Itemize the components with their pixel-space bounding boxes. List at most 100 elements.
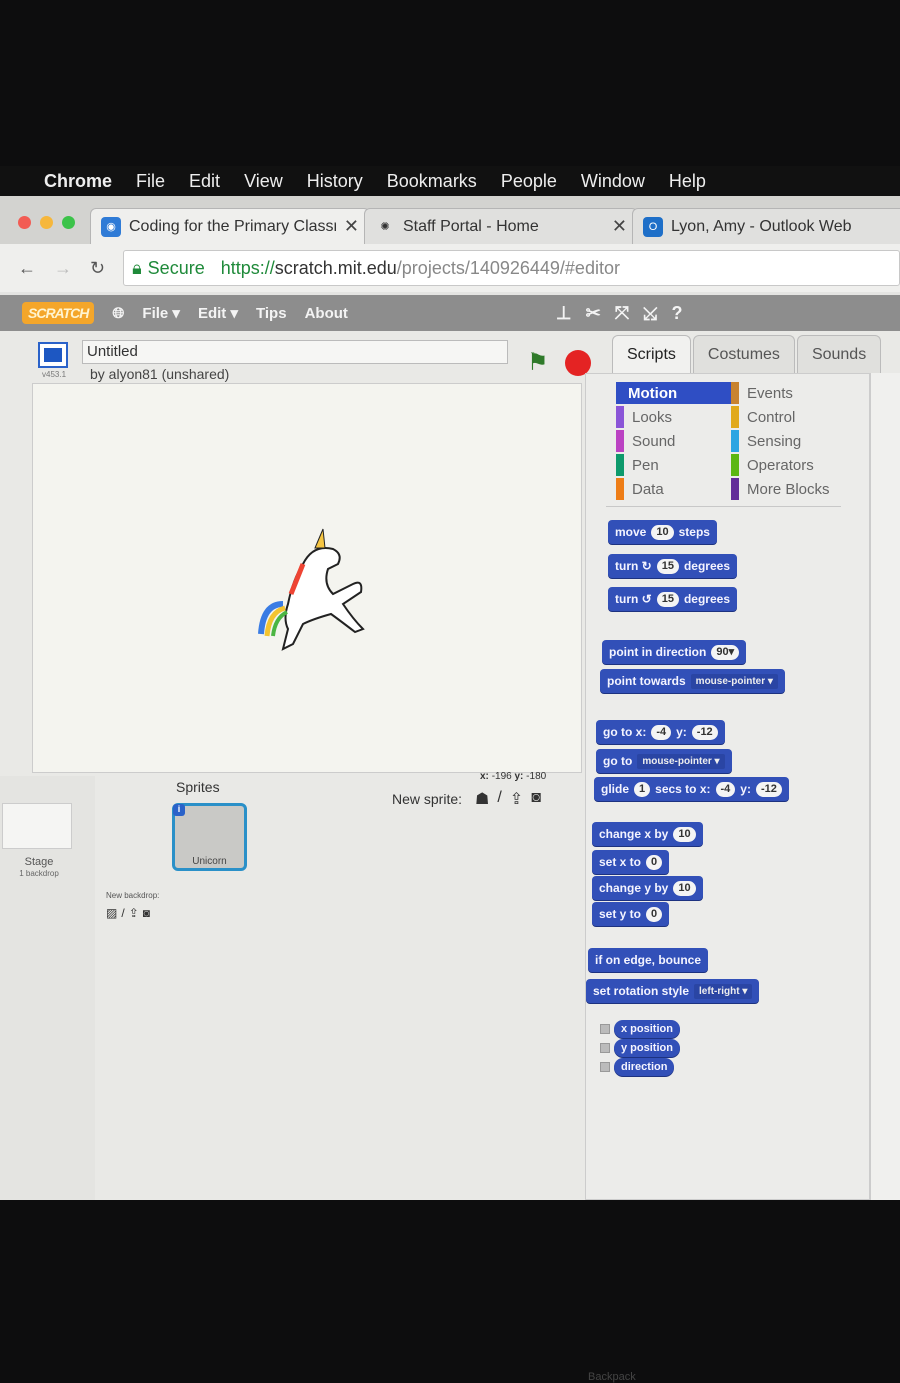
reporter-checkbox[interactable]	[600, 1043, 610, 1053]
info-icon[interactable]: i	[173, 804, 185, 816]
category-events[interactable]: Events	[731, 382, 846, 404]
paint-icon[interactable]: /	[121, 906, 124, 920]
stage-thumbnail[interactable]	[2, 803, 72, 849]
category-looks[interactable]: Looks	[616, 406, 731, 428]
block-number-input[interactable]: 10	[673, 826, 696, 842]
scratch-menu-file[interactable]: File ▾	[142, 304, 180, 322]
green-flag-icon[interactable]: ⚑	[527, 348, 549, 377]
block-number-input[interactable]: -12	[755, 781, 782, 797]
menu-help[interactable]: Help	[669, 171, 706, 192]
menu-file[interactable]: File	[136, 171, 165, 192]
close-window-button[interactable]	[18, 216, 31, 229]
help-icon[interactable]: ?	[672, 303, 683, 324]
forward-icon[interactable]: →	[54, 258, 72, 279]
category-more-blocks[interactable]: More Blocks	[731, 478, 846, 500]
block-turn-degrees[interactable]: turn ↺ 15 degrees	[608, 587, 737, 611]
cut-icon[interactable]: ✂︎	[586, 303, 601, 324]
tab-scripts[interactable]: Scripts	[612, 335, 691, 373]
block-dropdown[interactable]: left-right ▾	[694, 983, 753, 999]
menu-history[interactable]: History	[307, 171, 363, 192]
menu-window[interactable]: Window	[581, 171, 645, 192]
close-tab-icon[interactable]: ✕	[344, 216, 359, 237]
block-change-y-by[interactable]: change y by 10	[592, 876, 703, 900]
scratch-menu-edit[interactable]: Edit ▾	[198, 304, 238, 322]
upload-icon[interactable]: ⇪	[129, 906, 139, 920]
block-number-input[interactable]: 15	[656, 591, 679, 607]
block-text: steps	[678, 525, 710, 539]
block-dropdown[interactable]: mouse-pointer ▾	[690, 673, 778, 689]
block-number-input[interactable]: -12	[691, 724, 718, 740]
block-x-position[interactable]: x position	[614, 1020, 680, 1038]
menu-app[interactable]: Chrome	[44, 171, 112, 192]
block-number-input[interactable]: -4	[651, 724, 672, 740]
block-number-input[interactable]: -4	[715, 781, 736, 797]
block-number-input[interactable]: 1	[634, 781, 651, 797]
unicorn-sprite[interactable]	[243, 524, 383, 664]
tab-outlook[interactable]: O Lyon, Amy - Outlook Web	[632, 208, 900, 244]
menu-bookmarks[interactable]: Bookmarks	[387, 171, 477, 192]
block-number-input[interactable]: 10	[651, 524, 674, 540]
category-sound[interactable]: Sound	[616, 430, 731, 452]
block-turn-degrees[interactable]: turn ↻ 15 degrees	[608, 554, 737, 578]
category-operators[interactable]: Operators	[731, 454, 846, 476]
block-set-x-to[interactable]: set x to 0	[592, 850, 670, 874]
block-go-to-x-y[interactable]: go to x: -4 y: -12	[596, 720, 725, 744]
fullscreen-icon[interactable]	[38, 342, 68, 368]
scratch-logo[interactable]: SCRATCH	[22, 302, 95, 324]
sprite-thumbnail-unicorn[interactable]: i Unicorn	[172, 803, 247, 871]
paint-icon[interactable]: /	[497, 789, 501, 809]
globe-icon[interactable]: 🌐︎	[112, 305, 124, 322]
tab-costumes[interactable]: Costumes	[692, 335, 795, 373]
category-pen[interactable]: Pen	[616, 454, 731, 476]
block-direction[interactable]: direction	[614, 1058, 675, 1076]
block-number-input[interactable]: 10	[673, 880, 696, 896]
block-number-input[interactable]: 15	[656, 558, 679, 574]
block-y-position[interactable]: y position	[614, 1039, 680, 1057]
minimize-window-button[interactable]	[40, 216, 53, 229]
block-set-y-to[interactable]: set y to 0	[592, 902, 670, 926]
block-point-in-direction[interactable]: point in direction 90▾	[602, 640, 747, 664]
category-control[interactable]: Control	[731, 406, 846, 428]
reporter-checkbox[interactable]	[600, 1062, 610, 1072]
block-glide-secs-to-x-y[interactable]: glide 1 secs to x: -4 y: -12	[594, 777, 789, 801]
upload-icon[interactable]: ⇪	[510, 789, 523, 809]
block-dropdown[interactable]: mouse-pointer ▾	[637, 753, 725, 769]
scripts-area[interactable]	[870, 373, 900, 1200]
url-input[interactable]: 🔒︎ Secure https://scratch.mit.edu/projec…	[123, 250, 900, 286]
sprite-library-icon[interactable]: ☗	[475, 789, 489, 809]
block-go-to[interactable]: go to mouse-pointer ▾	[596, 749, 732, 773]
stage[interactable]	[32, 383, 582, 773]
category-data[interactable]: Data	[616, 478, 731, 500]
block-number-input[interactable]: 90▾	[711, 644, 740, 660]
category-motion[interactable]: Motion	[616, 382, 731, 404]
block-change-x-by[interactable]: change x by 10	[592, 822, 703, 846]
block-move-steps[interactable]: move 10 steps	[608, 520, 717, 544]
back-icon[interactable]: ←	[18, 258, 36, 279]
tab-sounds[interactable]: Sounds	[796, 335, 882, 373]
block-if-on-edge-bounce[interactable]: if on edge, bounce	[588, 948, 709, 972]
menu-edit[interactable]: Edit	[189, 171, 220, 192]
menu-view[interactable]: View	[244, 171, 283, 192]
reporter-checkbox[interactable]	[600, 1024, 610, 1034]
block-number-input[interactable]: 0	[646, 854, 663, 870]
block-point-towards[interactable]: point towards mouse-pointer ▾	[600, 669, 785, 693]
camera-icon[interactable]: ◙	[531, 789, 541, 809]
maximize-window-button[interactable]	[62, 216, 75, 229]
camera-icon[interactable]: ◙	[143, 906, 150, 920]
backdrop-library-icon[interactable]: ▨	[106, 906, 117, 920]
backpack-label[interactable]: Backpack	[588, 1371, 636, 1383]
menu-people[interactable]: People	[501, 171, 557, 192]
tab-coding[interactable]: ◉ Coding for the Primary Classroom ✕	[90, 208, 370, 244]
scratch-menu-about[interactable]: About	[305, 305, 348, 322]
block-set-rotation-style[interactable]: set rotation style left-right ▾	[586, 979, 760, 1003]
project-title-input[interactable]: Untitled	[82, 340, 508, 364]
reload-icon[interactable]: ↻	[90, 258, 105, 279]
close-tab-icon[interactable]: ✕	[612, 216, 627, 237]
grow-icon[interactable]: ⤧	[615, 303, 629, 324]
tab-staff-portal[interactable]: ✺ Staff Portal - Home ✕	[364, 208, 638, 244]
duplicate-stamp-icon[interactable]: ⊥	[556, 303, 572, 324]
block-number-input[interactable]: 0	[646, 906, 663, 922]
shrink-icon[interactable]: ⤩	[643, 303, 657, 324]
scratch-menu-tips[interactable]: Tips	[256, 305, 287, 322]
category-sensing[interactable]: Sensing	[731, 430, 846, 452]
